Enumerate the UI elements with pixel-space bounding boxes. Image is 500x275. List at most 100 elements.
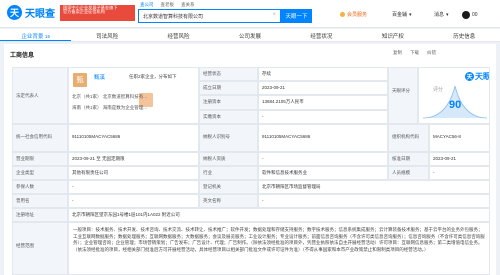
search-value: 北京数道智算科技有限公司: [143, 14, 204, 20]
risk-score-panel[interactable]: 评分 90 天天眼查: [418, 67, 490, 124]
chevron-down-icon: ▾: [409, 11, 412, 18]
industry-label: 行业: [199, 166, 258, 180]
taxpayer-label: 纳税人资质: [199, 152, 258, 166]
english-value: -: [258, 194, 490, 208]
copy-button[interactable]: 复制: [393, 50, 402, 56]
founded-value: 2023-09-21: [258, 81, 388, 95]
tab-label: 知识产权: [381, 34, 404, 40]
watermark: 天天眼查: [465, 71, 489, 82]
approve-label: 核准日期: [388, 152, 429, 166]
legal-avatar: 甄: [73, 73, 87, 87]
legal-region-1[interactable]: 北京（共1家） 北京数道智算科技有...: [72, 94, 147, 100]
tab-label: 企业背景: [21, 34, 44, 40]
tab-label: 经营风险: [167, 34, 190, 40]
member-service[interactable]: 会员服务: [340, 11, 367, 18]
org-value: MACYAC56-8: [429, 124, 490, 152]
tab-judicial[interactable]: 司法风险: [71, 29, 142, 41]
logo-icon: 天: [7, 5, 22, 20]
staff-label: 人员规模: [388, 166, 429, 180]
search-tab-boss[interactable]: 查老板: [161, 2, 175, 8]
logo[interactable]: 天 天眼查: [7, 5, 55, 20]
clear-icon[interactable]: ×: [272, 12, 276, 18]
credit-value: 91110105MACYAC5686: [68, 124, 199, 152]
tab-ip[interactable]: 知识产权: [357, 29, 428, 41]
badge-line-2: 官方备案企业征信机构: [63, 9, 105, 15]
former-label: 曾用名: [12, 194, 68, 208]
type-value: 其他有限责任公司: [68, 166, 199, 180]
member-service-label: 会员服务: [347, 12, 368, 18]
term-value: 2023-09-21 至 无固定期限: [68, 152, 199, 166]
scope-label: 经营范围: [12, 222, 68, 275]
tab-label: 司法风险: [96, 34, 119, 40]
risk-label-cell: 天眼评分: [388, 67, 418, 124]
tab-operation-risk[interactable]: 经营风险: [143, 29, 214, 41]
main-tabs: 企业背景 15 司法风险 经营风险 公司发展 经营状况 知识产权 历史信息: [0, 29, 500, 42]
nav-vip[interactable]: 百金辅 ▾: [392, 11, 412, 19]
credit-label: 统一社会信用代码: [12, 124, 68, 152]
nav-user[interactable]: 00: [462, 11, 478, 19]
eval-text: 评分: [433, 87, 444, 93]
legal-region-2[interactable]: 海南（共1家） 海南是数为企业管理...: [72, 105, 147, 111]
section-actions: 复制 下载 纠错: [393, 50, 436, 56]
legal-name-link[interactable]: 甄溪: [94, 73, 105, 81]
type-label: 企业类型: [12, 166, 68, 180]
score-value: 90: [449, 99, 462, 111]
capital-value: 13684.2105万人民币: [258, 95, 388, 110]
crown-icon: [340, 12, 345, 17]
tab-development[interactable]: 公司发展: [214, 29, 285, 41]
avatar: [462, 11, 470, 19]
search-tabs: 查公司 查老板 查关系: [140, 2, 195, 8]
download-button[interactable]: 下载: [410, 50, 419, 56]
nav-notify[interactable]: 消息 ▾: [434, 11, 449, 19]
reg-label: 登记机关: [199, 180, 258, 194]
approve-value: 2023-09-21: [429, 152, 490, 166]
founded-label: 成立日期: [199, 81, 258, 95]
search-tab-company[interactable]: 查公司: [140, 2, 154, 8]
tab-label: 历史信息: [453, 34, 476, 40]
tab-history[interactable]: 历史信息: [429, 29, 500, 41]
paid-value: -: [258, 110, 388, 124]
tab-label: 经营状况: [310, 34, 333, 40]
logo-text: 天眼查: [25, 9, 55, 20]
term-label: 营业期限: [12, 152, 68, 166]
org-label: 组织机构代码: [388, 124, 429, 152]
search-tab-relation[interactable]: 查关系: [181, 2, 195, 8]
paid-label: 实缴资本: [199, 110, 258, 124]
section-title: 工商信息: [10, 53, 35, 59]
tax-value: 91110105MACYAC5686: [258, 124, 388, 152]
legal-role: 任职2家企业，分布如下: [129, 74, 177, 79]
tab-label: 公司发展: [238, 34, 261, 40]
taxpayer-value: -: [258, 152, 388, 166]
insured-value: -: [68, 180, 199, 194]
top-bar: 天 天眼查 国家中小企业发展子基金旗下 官方备案企业征信机构 查公司 查老板 查…: [0, 0, 500, 28]
user-label: 00: [472, 12, 478, 18]
watermark-text: 天眼查: [475, 72, 489, 81]
reg-value: 北京市朝阳区市场监督管理局: [258, 180, 490, 194]
capital-label: 注册资本: [199, 95, 258, 110]
nav-vip-label: 百金辅: [392, 12, 408, 18]
chevron-down-icon: ▾: [446, 11, 449, 18]
search-input[interactable]: 北京数道智算科技有限公司 ×: [138, 9, 281, 23]
scope-value: 一般项目：技术服务、技术开发、技术咨询、技术交流、技术转让、技术推广；软件开发；…: [68, 222, 490, 275]
legal-representative: 甄 甄溪 任职2家企业，分布如下 北京（共1家） 北京数道智算科技有... 海南…: [68, 67, 199, 124]
legal-label: 法定代表人: [12, 67, 68, 124]
tab-count: 15: [44, 34, 50, 39]
address-label: 注册地址: [12, 208, 68, 222]
industry-value: 软件和信息技术服务业: [258, 166, 388, 180]
insured-label: 参保人数: [12, 180, 68, 194]
tab-background[interactable]: 企业背景 15: [0, 29, 72, 41]
staff-value: -: [429, 166, 490, 180]
tab-operation-status[interactable]: 经营状况: [286, 29, 357, 41]
status-label: 经营状态: [199, 67, 258, 81]
tax-label: 纳税人识别号: [199, 124, 258, 152]
official-badge: 国家中小企业发展子基金旗下 官方备案企业征信机构: [60, 5, 135, 21]
english-label: 英文名称: [199, 194, 258, 208]
report-error-button[interactable]: 纠错: [427, 50, 436, 56]
address-value[interactable]: 北京市朝阳区望京东园1号楼1层101内1A022 附近公司: [68, 208, 490, 222]
business-info-card: 工商信息 复制 下载 纠错 法定代表人 甄 甄溪 任职2家企业，分布如下 北京（…: [4, 44, 496, 275]
eye-logo-icon: 天: [465, 72, 474, 81]
search-button[interactable]: 天眼一下: [281, 9, 312, 23]
former-value: -: [68, 194, 199, 208]
status-value: 存续: [258, 67, 388, 81]
nav-notify-label: 消息: [434, 12, 445, 18]
